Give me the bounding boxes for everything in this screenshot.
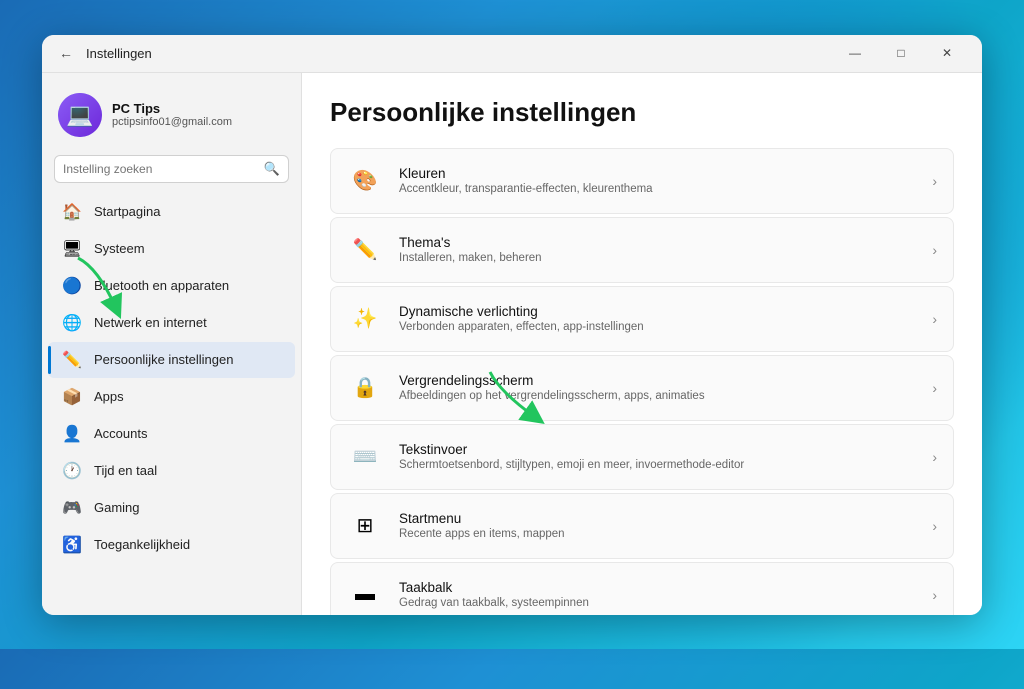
window-title: Instellingen bbox=[86, 46, 832, 61]
chevron-icon-tekstinvoer: › bbox=[932, 449, 937, 465]
settings-item-tekstinvoer[interactable]: ⌨️ Tekstinvoer Schermtoetsenbord, stijlt… bbox=[330, 424, 954, 490]
chevron-icon-taakbalk: › bbox=[932, 587, 937, 603]
nav-icon-netwerk: 🌐 bbox=[62, 313, 82, 333]
settings-item-vergrendelingsscherm[interactable]: 🔒 Vergrendelingsscherm Afbeeldingen op h… bbox=[330, 355, 954, 421]
sidebar-item-startpagina[interactable]: 🏠 Startpagina bbox=[48, 194, 295, 230]
settings-title-dynamische-verlichting: Dynamische verlichting bbox=[399, 304, 916, 319]
nav-label-accounts: Accounts bbox=[94, 426, 147, 441]
settings-text-kleuren: Kleuren Accentkleur, transparantie-effec… bbox=[399, 166, 916, 195]
nav-list: 🏠 Startpagina 🖥 Systeem 🔵 Bluetooth en a… bbox=[42, 193, 301, 564]
titlebar: ← Instellingen — □ ✕ bbox=[42, 35, 982, 73]
nav-label-toegankelijkheid: Toegankelijkheid bbox=[94, 537, 190, 552]
maximize-button[interactable]: □ bbox=[878, 37, 924, 69]
search-box[interactable]: 🔍 bbox=[54, 155, 289, 183]
settings-desc-tekstinvoer: Schermtoetsenbord, stijltypen, emoji en … bbox=[399, 459, 916, 471]
chevron-icon-kleuren: › bbox=[932, 173, 937, 189]
settings-item-taakbalk[interactable]: ▬ Taakbalk Gedrag van taakbalk, systeemp… bbox=[330, 562, 954, 615]
nav-icon-bluetooth: 🔵 bbox=[62, 276, 82, 296]
settings-desc-themas: Installeren, maken, beheren bbox=[399, 252, 916, 264]
sidebar-item-accounts[interactable]: 👤 Accounts bbox=[48, 416, 295, 452]
search-container: 🔍 bbox=[42, 151, 301, 193]
settings-window: ← Instellingen — □ ✕ PC Tips pctipsinfo0… bbox=[42, 35, 982, 615]
sidebar-item-bluetooth[interactable]: 🔵 Bluetooth en apparaten bbox=[48, 268, 295, 304]
nav-icon-gaming: 🎮 bbox=[62, 498, 82, 518]
sidebar-item-apps[interactable]: 📦 Apps bbox=[48, 379, 295, 415]
profile-name: PC Tips bbox=[112, 101, 285, 116]
settings-text-dynamische-verlichting: Dynamische verlichting Verbonden apparat… bbox=[399, 304, 916, 333]
settings-title-startmenu: Startmenu bbox=[399, 511, 916, 526]
back-button[interactable]: ← bbox=[54, 41, 78, 65]
settings-desc-kleuren: Accentkleur, transparantie-effecten, kle… bbox=[399, 183, 916, 195]
settings-text-tekstinvoer: Tekstinvoer Schermtoetsenbord, stijltype… bbox=[399, 442, 916, 471]
settings-title-vergrendelingsscherm: Vergrendelingsscherm bbox=[399, 373, 916, 388]
nav-icon-systeem: 🖥 bbox=[62, 239, 82, 259]
sidebar: PC Tips pctipsinfo01@gmail.com 🔍 🏠 Start… bbox=[42, 73, 302, 615]
chevron-icon-dynamische-verlichting: › bbox=[932, 311, 937, 327]
sidebar-item-systeem[interactable]: 🖥 Systeem bbox=[48, 231, 295, 267]
nav-icon-toegankelijkheid: ♿ bbox=[62, 535, 82, 555]
nav-label-apps: Apps bbox=[94, 389, 124, 404]
settings-item-themas[interactable]: ✏️ Thema's Installeren, maken, beheren › bbox=[330, 217, 954, 283]
nav-icon-tijd: 🕐 bbox=[62, 461, 82, 481]
settings-title-tekstinvoer: Tekstinvoer bbox=[399, 442, 916, 457]
nav-icon-apps: 📦 bbox=[62, 387, 82, 407]
settings-item-kleuren[interactable]: 🎨 Kleuren Accentkleur, transparantie-eff… bbox=[330, 148, 954, 214]
settings-text-themas: Thema's Installeren, maken, beheren bbox=[399, 235, 916, 264]
settings-icon-kleuren: 🎨 bbox=[347, 163, 383, 199]
sidebar-item-netwerk[interactable]: 🌐 Netwerk en internet bbox=[48, 305, 295, 341]
settings-item-startmenu[interactable]: ⊞ Startmenu Recente apps en items, mappe… bbox=[330, 493, 954, 559]
nav-label-netwerk: Netwerk en internet bbox=[94, 315, 207, 330]
nav-label-gaming: Gaming bbox=[94, 500, 140, 515]
avatar-image bbox=[58, 93, 102, 137]
search-input[interactable] bbox=[63, 162, 258, 176]
settings-item-dynamische-verlichting[interactable]: ✨ Dynamische verlichting Verbonden appar… bbox=[330, 286, 954, 352]
nav-icon-startpagina: 🏠 bbox=[62, 202, 82, 222]
minimize-button[interactable]: — bbox=[832, 37, 878, 69]
main-area: PC Tips pctipsinfo01@gmail.com 🔍 🏠 Start… bbox=[42, 73, 982, 615]
window-controls: — □ ✕ bbox=[832, 37, 970, 69]
chevron-icon-themas: › bbox=[932, 242, 937, 258]
nav-icon-accounts: 👤 bbox=[62, 424, 82, 444]
sidebar-item-gaming[interactable]: 🎮 Gaming bbox=[48, 490, 295, 526]
settings-desc-taakbalk: Gedrag van taakbalk, systeempinnen bbox=[399, 597, 916, 609]
profile-email: pctipsinfo01@gmail.com bbox=[112, 116, 285, 128]
nav-label-personalisatie: Persoonlijke instellingen bbox=[94, 352, 233, 367]
settings-title-kleuren: Kleuren bbox=[399, 166, 916, 181]
settings-icon-themas: ✏️ bbox=[347, 232, 383, 268]
settings-icon-tekstinvoer: ⌨️ bbox=[347, 439, 383, 475]
settings-text-startmenu: Startmenu Recente apps en items, mappen bbox=[399, 511, 916, 540]
settings-icon-dynamische-verlichting: ✨ bbox=[347, 301, 383, 337]
nav-icon-personalisatie: ✏️ bbox=[62, 350, 82, 370]
chevron-icon-startmenu: › bbox=[932, 518, 937, 534]
settings-desc-startmenu: Recente apps en items, mappen bbox=[399, 528, 916, 540]
avatar bbox=[58, 93, 102, 137]
settings-icon-taakbalk: ▬ bbox=[347, 577, 383, 613]
settings-icon-vergrendelingsscherm: 🔒 bbox=[347, 370, 383, 406]
settings-title-taakbalk: Taakbalk bbox=[399, 580, 916, 595]
nav-label-startpagina: Startpagina bbox=[94, 204, 161, 219]
settings-text-taakbalk: Taakbalk Gedrag van taakbalk, systeempin… bbox=[399, 580, 916, 609]
nav-label-tijd: Tijd en taal bbox=[94, 463, 157, 478]
sidebar-item-toegankelijkheid[interactable]: ♿ Toegankelijkheid bbox=[48, 527, 295, 563]
sidebar-item-tijd[interactable]: 🕐 Tijd en taal bbox=[48, 453, 295, 489]
close-button[interactable]: ✕ bbox=[924, 37, 970, 69]
profile-info: PC Tips pctipsinfo01@gmail.com bbox=[112, 101, 285, 128]
chevron-icon-vergrendelingsscherm: › bbox=[932, 380, 937, 396]
settings-list: 🎨 Kleuren Accentkleur, transparantie-eff… bbox=[330, 148, 954, 615]
nav-label-systeem: Systeem bbox=[94, 241, 145, 256]
profile-section[interactable]: PC Tips pctipsinfo01@gmail.com bbox=[42, 85, 301, 151]
settings-desc-vergrendelingsscherm: Afbeeldingen op het vergrendelingsscherm… bbox=[399, 390, 916, 402]
settings-desc-dynamische-verlichting: Verbonden apparaten, effecten, app-inste… bbox=[399, 321, 916, 333]
settings-title-themas: Thema's bbox=[399, 235, 916, 250]
page-title: Persoonlijke instellingen bbox=[330, 97, 954, 128]
nav-label-bluetooth: Bluetooth en apparaten bbox=[94, 278, 229, 293]
settings-icon-startmenu: ⊞ bbox=[347, 508, 383, 544]
search-icon: 🔍 bbox=[264, 161, 280, 177]
settings-text-vergrendelingsscherm: Vergrendelingsscherm Afbeeldingen op het… bbox=[399, 373, 916, 402]
content-area: Persoonlijke instellingen 🎨 Kleuren Acce… bbox=[302, 73, 982, 615]
sidebar-item-personalisatie[interactable]: ✏️ Persoonlijke instellingen bbox=[48, 342, 295, 378]
